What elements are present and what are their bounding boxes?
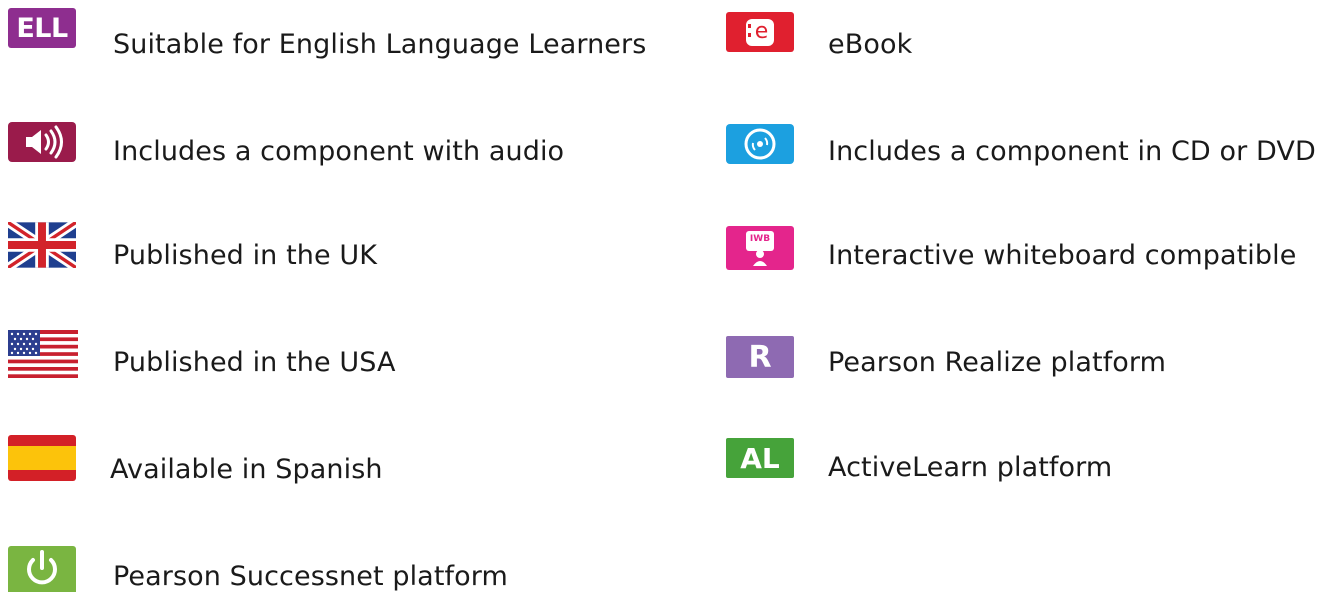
spain-flag-icon	[8, 435, 76, 481]
ell-icon: ELL	[8, 8, 76, 48]
legend-label: ActiveLearn platform	[828, 452, 1113, 483]
uk-flag-icon	[8, 222, 76, 268]
legend-label: Published in the UK	[113, 240, 378, 271]
legend-label: Suitable for English Language Learners	[113, 29, 647, 60]
legend-label: eBook	[828, 29, 913, 60]
legend-label: Published in the USA	[113, 347, 396, 378]
legend-label: Pearson Realize platform	[828, 347, 1167, 378]
audio-icon	[8, 122, 76, 162]
legend-label: Available in Spanish	[110, 454, 383, 485]
legend-label: Interactive whiteboard compatible	[828, 240, 1297, 271]
iwb-icon: IWB	[726, 226, 794, 270]
ebook-icon: e	[726, 12, 794, 52]
cd-dvd-icon	[726, 124, 794, 164]
legend-label: Pearson Successnet platform	[113, 561, 508, 592]
legend-label: Includes a component with audio	[113, 136, 565, 167]
activelearn-icon: AL	[726, 438, 794, 478]
power-icon	[8, 546, 76, 592]
legend-label: Includes a component in CD or DVD	[828, 136, 1316, 167]
realize-icon: R	[726, 336, 794, 378]
usa-flag-icon	[8, 330, 78, 378]
